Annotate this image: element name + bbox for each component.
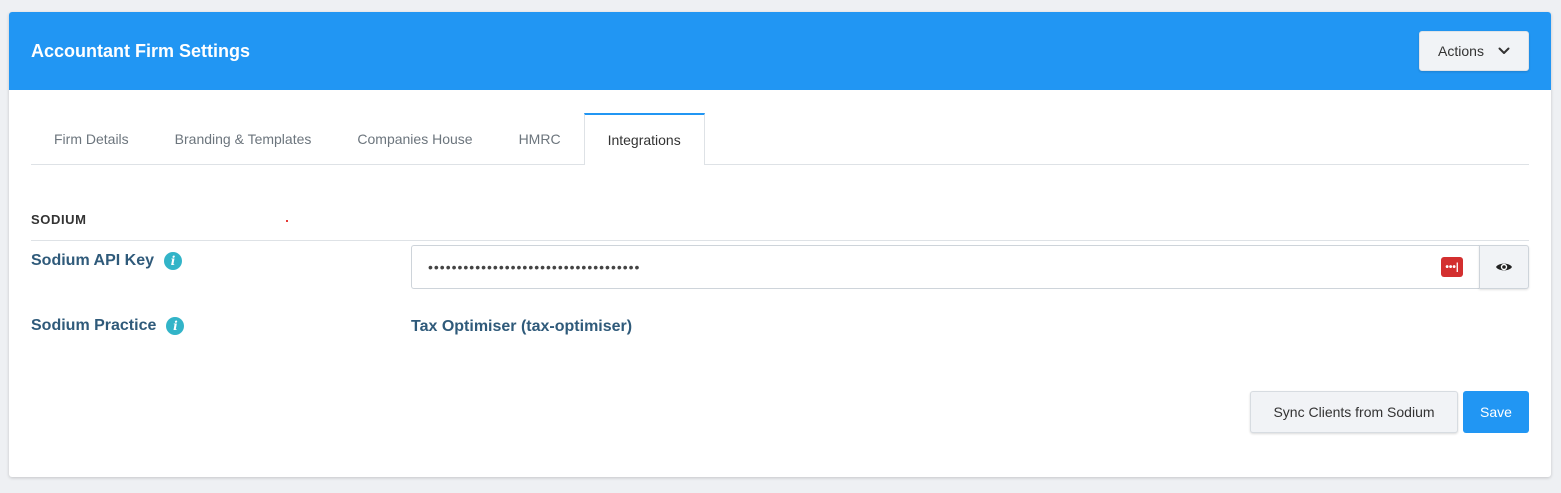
tab-hmrc[interactable]: HMRC [496, 114, 584, 164]
practice-label-row: Sodium Practice i [31, 317, 185, 335]
api-key-input-group: •••••••••••••••••••••••••••••••••••• •••… [411, 245, 1529, 289]
info-icon[interactable]: i [163, 252, 182, 270]
actions-dropdown-button[interactable]: Actions [1419, 31, 1529, 71]
info-icon[interactable]: i [166, 317, 185, 335]
section-title: SODIUM [31, 212, 87, 227]
card-header: Accountant Firm Settings Actions [9, 12, 1551, 90]
tab-companies-house[interactable]: Companies House [334, 114, 495, 164]
sync-clients-button[interactable]: Sync Clients from Sodium [1250, 391, 1458, 433]
password-manager-icon[interactable]: •••| [1441, 257, 1463, 277]
tab-integrations[interactable]: Integrations [583, 113, 705, 165]
practice-label: Sodium Practice [31, 317, 157, 334]
api-key-value: •••••••••••••••••••••••••••••••••••• [428, 259, 641, 275]
required-marker [286, 220, 288, 222]
api-key-label-row: Sodium API Key i [31, 252, 182, 270]
section-divider [31, 240, 1529, 241]
practice-value: Tax Optimiser (tax-optimiser) [411, 318, 633, 335]
actions-label: Actions [1438, 43, 1484, 59]
tab-branding-templates[interactable]: Branding & Templates [152, 114, 335, 164]
page-title: Accountant Firm Settings [31, 40, 251, 61]
save-button[interactable]: Save [1463, 391, 1529, 433]
toggle-visibility-button[interactable] [1479, 245, 1529, 289]
settings-card: Accountant Firm Settings Actions Firm De… [9, 12, 1551, 477]
chevron-down-icon [1498, 47, 1510, 54]
eye-icon [1496, 263, 1512, 271]
settings-tabs: Firm Details Branding & Templates Compan… [31, 112, 1529, 165]
api-key-label: Sodium API Key [31, 252, 154, 269]
tab-firm-details[interactable]: Firm Details [31, 114, 152, 164]
api-key-input[interactable]: •••••••••••••••••••••••••••••••••••• •••… [411, 245, 1479, 289]
